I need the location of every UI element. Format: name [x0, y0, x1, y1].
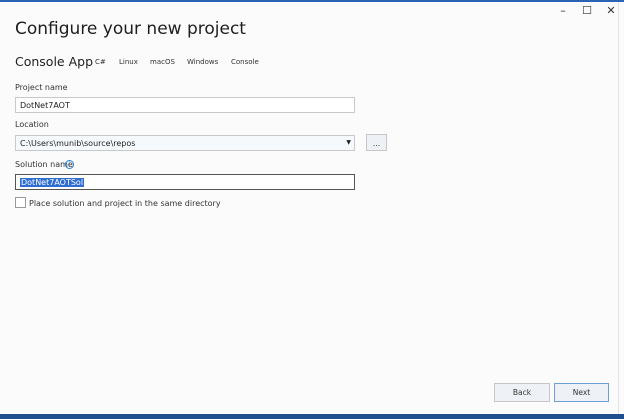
location-combobox[interactable]: C:\Users\munib\source\repos ▼	[15, 135, 355, 151]
next-button[interactable]: Next	[554, 383, 609, 402]
info-icon[interactable]: i	[65, 160, 74, 169]
same-directory-label[interactable]: Place solution and project in the same d…	[29, 199, 221, 208]
page-title: Configure your new project	[15, 19, 246, 39]
tag-platform-linux: Linux	[119, 58, 138, 66]
tag-platform-windows: Windows	[187, 58, 219, 66]
close-icon[interactable]: ✕	[601, 3, 621, 19]
location-value: C:\Users\munib\source\repos	[20, 139, 136, 148]
window-right-border	[618, 2, 619, 415]
maximize-icon[interactable]: ☐	[577, 3, 597, 19]
project-name-label: Project name	[15, 83, 68, 92]
solution-name-input[interactable]: DotNet7AOTSol	[15, 174, 355, 190]
window-top-border	[0, 0, 624, 2]
minimize-icon[interactable]: –	[553, 3, 573, 19]
browse-button[interactable]: ...	[366, 134, 387, 151]
location-label: Location	[15, 120, 49, 129]
back-button[interactable]: Back	[494, 383, 550, 402]
solution-name-value: DotNet7AOTSol	[20, 178, 85, 187]
taskbar-strip	[0, 414, 624, 419]
template-name: Console App	[15, 54, 94, 69]
tag-platform-macos: macOS	[150, 58, 175, 66]
project-name-input[interactable]: DotNet7AOT	[15, 97, 355, 113]
tag-type-console: Console	[231, 58, 259, 66]
tag-language: C#	[95, 58, 106, 66]
same-directory-checkbox[interactable]	[15, 197, 26, 208]
chevron-down-icon[interactable]: ▼	[346, 138, 351, 147]
